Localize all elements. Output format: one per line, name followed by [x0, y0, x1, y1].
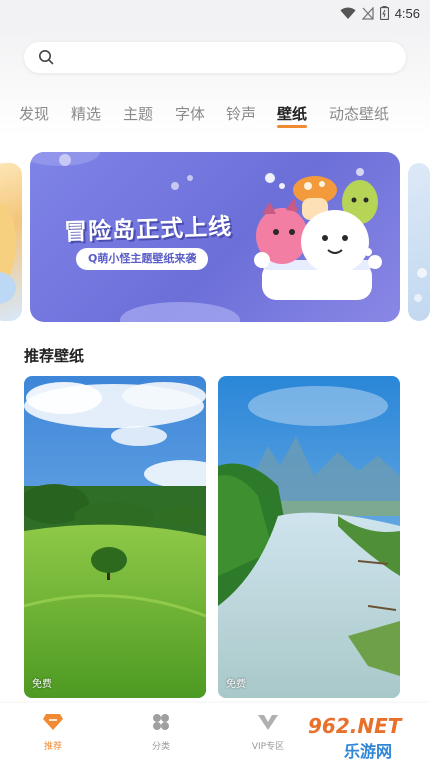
- wallpaper-card[interactable]: 免费: [24, 376, 206, 698]
- watermark-brand: 962.NET: [308, 714, 402, 738]
- nav-vip[interactable]: VIP专区: [238, 713, 298, 752]
- tab-featured[interactable]: 精选: [71, 103, 101, 124]
- nav-label: 推荐: [43, 742, 62, 752]
- nav-label: 分类: [151, 742, 170, 752]
- search-input[interactable]: [62, 47, 392, 68]
- search-icon: [39, 50, 54, 65]
- battery-icon: [379, 6, 389, 20]
- active-tab-indicator: [277, 125, 308, 128]
- status-icons: 4:56: [340, 4, 420, 22]
- status-bar: 4:56: [0, 0, 430, 26]
- grid-icon: [153, 714, 169, 730]
- wallpaper-card[interactable]: 免费: [218, 376, 400, 698]
- nav-recommend[interactable]: 推荐: [23, 713, 83, 752]
- watermark-logo: 962.NET 乐游网: [300, 714, 426, 762]
- diamond-icon: [43, 714, 63, 730]
- river-image: [218, 376, 400, 698]
- no-signal-icon: [361, 6, 374, 20]
- watermark-text: 乐游网: [344, 742, 393, 761]
- category-tabs: 发现 精选 主题 字体 铃声 壁纸 动态壁纸: [0, 103, 430, 133]
- search-bar[interactable]: [24, 42, 406, 73]
- carousel-next-card[interactable]: [408, 163, 430, 321]
- nav-label: VIP专区: [251, 742, 285, 752]
- prev-card-art: [0, 203, 16, 304]
- nav-categories[interactable]: 分类: [131, 713, 191, 752]
- tab-wallpapers-label: 壁纸: [277, 105, 308, 123]
- promo-banner[interactable]: 冒险岛正式上线 Q萌小怪主题壁纸来袭: [30, 152, 400, 322]
- tab-discover[interactable]: 发现: [19, 103, 49, 124]
- banner-subtitle: Q萌小怪主题壁纸来袭: [76, 248, 209, 270]
- tab-live-wallpapers[interactable]: 动态壁纸: [329, 103, 389, 124]
- tab-fonts[interactable]: 字体: [175, 103, 205, 124]
- meadow-image: [24, 376, 206, 698]
- tab-themes[interactable]: 主题: [123, 103, 153, 124]
- carousel-prev-card[interactable]: [0, 163, 22, 321]
- vip-icon: [258, 715, 278, 730]
- banner-title: 冒险岛正式上线: [63, 214, 233, 246]
- section-title: 推荐壁纸: [24, 347, 85, 365]
- free-badge: 免费: [226, 679, 246, 690]
- tab-ringtones[interactable]: 铃声: [226, 103, 256, 124]
- wifi-icon: [340, 7, 356, 19]
- status-time: 4:56: [394, 5, 420, 21]
- free-badge: 免费: [32, 679, 52, 690]
- tab-wallpapers[interactable]: 壁纸: [277, 103, 308, 128]
- next-card-art: [414, 268, 427, 302]
